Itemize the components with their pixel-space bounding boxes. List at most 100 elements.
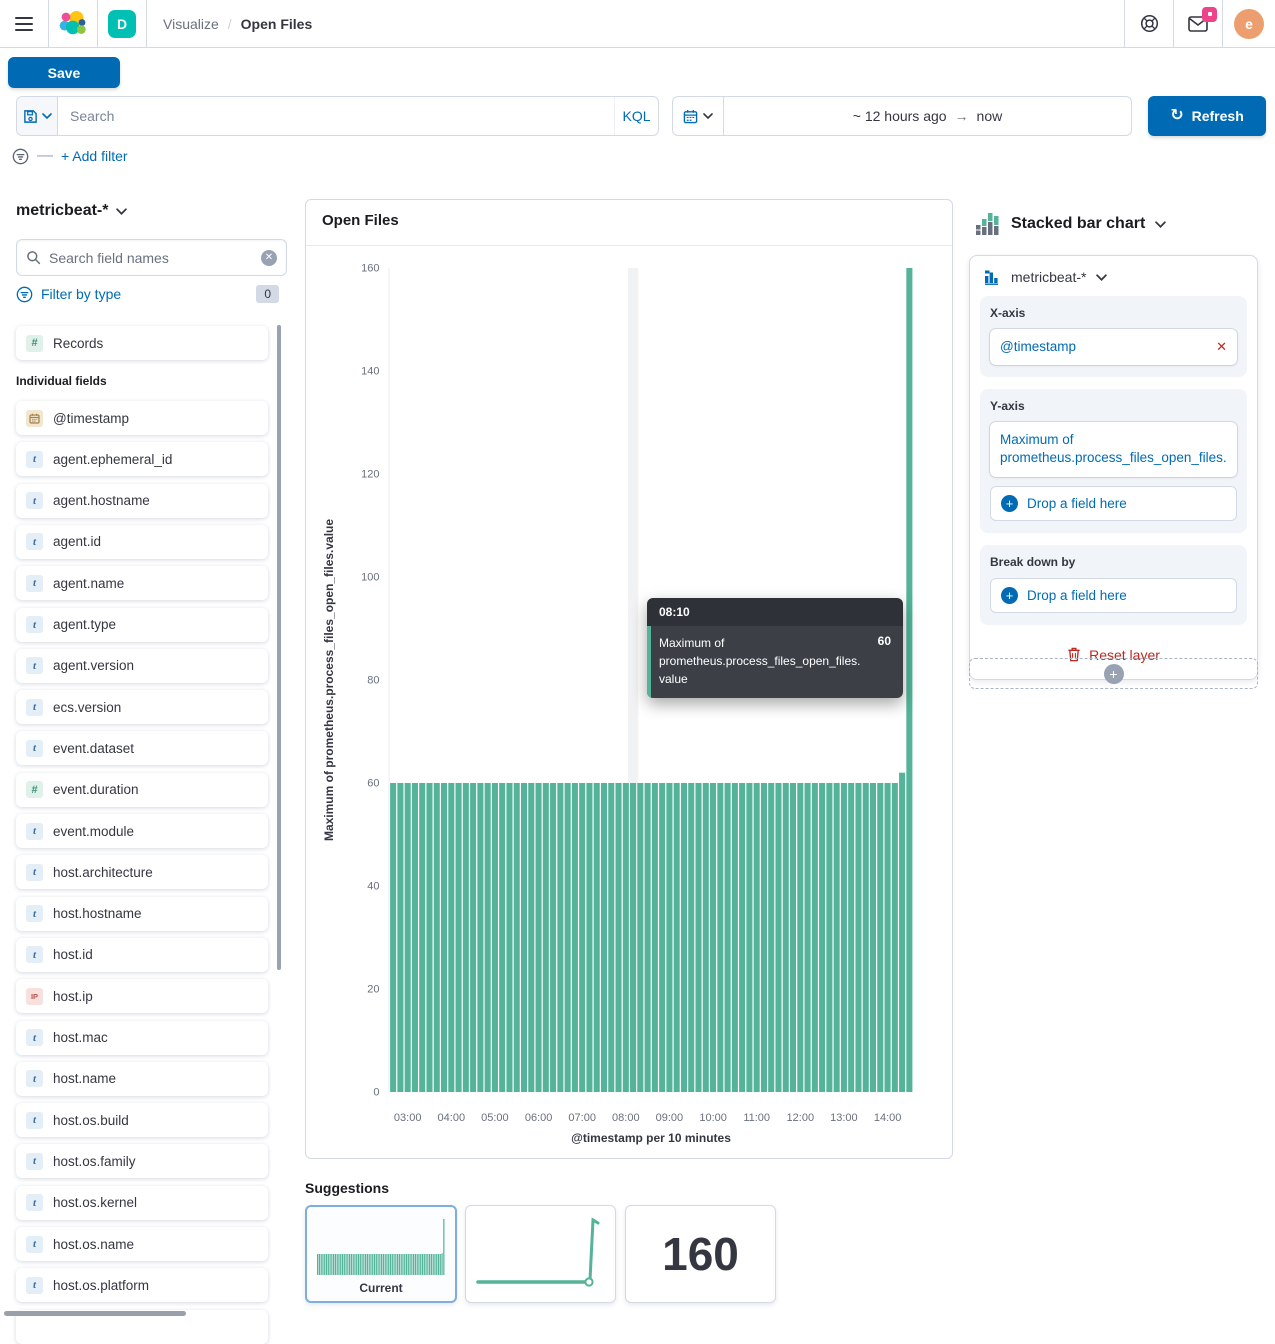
index-pattern-switcher[interactable]: metricbeat-*: [16, 202, 127, 220]
field-item[interactable]: thost.os.name: [16, 1227, 268, 1261]
field-item[interactable]: thost.hostname: [16, 897, 268, 931]
chart-type-switcher[interactable]: Stacked bar chart: [976, 213, 1166, 235]
suggestion-current[interactable]: Current: [305, 1205, 457, 1303]
bar: [441, 783, 447, 1092]
chart-title-divider: [306, 245, 952, 246]
string-token-icon: t: [26, 1194, 43, 1211]
breadcrumb-visualize[interactable]: Visualize: [163, 16, 219, 32]
date-picker: ~ 12 hours ago → now: [672, 96, 1132, 136]
menu-button[interactable]: [0, 0, 48, 47]
elastic-logo[interactable]: [49, 0, 97, 47]
field-item[interactable]: tagent.hostname: [16, 484, 268, 518]
help-icon: [1140, 14, 1159, 33]
bar: [434, 783, 440, 1092]
add-layer-button[interactable]: +: [969, 658, 1258, 689]
space-switcher[interactable]: D: [98, 0, 146, 47]
chevron-down-icon: [42, 113, 52, 119]
query-language-button[interactable]: KQL: [614, 97, 658, 135]
bar: [565, 783, 571, 1092]
breakdown-group: Break down by + Drop a field here: [980, 545, 1247, 625]
field-item[interactable]: tagent.id: [16, 525, 268, 559]
bar: [681, 783, 687, 1092]
search-input[interactable]: Search: [58, 97, 614, 135]
user-menu-button[interactable]: e: [1223, 0, 1275, 47]
y-axis-drop-target[interactable]: + Drop a field here: [990, 486, 1237, 521]
suggestion-line-chart[interactable]: [465, 1205, 616, 1303]
field-item[interactable]: tevent.dataset: [16, 731, 268, 765]
field-item[interactable]: tagent.version: [16, 649, 268, 683]
field-item[interactable]: thost.os.family: [16, 1144, 268, 1178]
field-item[interactable]: thost.architecture: [16, 855, 268, 889]
bar: [826, 783, 832, 1092]
ip-token-icon: IP: [26, 988, 43, 1005]
field-item[interactable]: tagent.name: [16, 566, 268, 600]
bar: [805, 783, 811, 1092]
remove-dimension-icon[interactable]: ✕: [1210, 338, 1227, 356]
refresh-button[interactable]: ↻ Refresh: [1148, 96, 1266, 136]
save-button[interactable]: Save: [8, 57, 120, 88]
field-search-input[interactable]: Search field names ✕: [16, 239, 287, 276]
string-token-icon: t: [26, 492, 43, 509]
newsfeed-button[interactable]: [1174, 0, 1222, 47]
records-field-item[interactable]: # Records: [16, 326, 268, 360]
bar: [405, 783, 411, 1092]
svg-text:160: 160: [361, 263, 379, 275]
svg-text:11:00: 11:00: [743, 1112, 770, 1124]
string-token-icon: t: [26, 451, 43, 468]
field-item[interactable]: thost.mac: [16, 1021, 268, 1055]
field-item[interactable]: thost.os.platform: [16, 1268, 268, 1302]
field-item[interactable]: thost.os.kernel: [16, 1186, 268, 1220]
suggestion-metric[interactable]: 160: [625, 1205, 776, 1303]
horizontal-scrollbar[interactable]: [4, 1311, 186, 1316]
breakdown-label: Break down by: [990, 555, 1237, 569]
notification-badge: [1202, 7, 1217, 22]
filter-by-type-button[interactable]: Filter by type: [41, 286, 248, 302]
bar: [557, 783, 563, 1092]
field-item[interactable]: tecs.version: [16, 690, 268, 724]
field-item[interactable]: thost.id: [16, 938, 268, 972]
time-from[interactable]: ~ 12 hours ago: [853, 108, 947, 124]
layer-index-pattern-switcher[interactable]: metricbeat-*: [970, 256, 1257, 296]
bar: [492, 783, 498, 1092]
field-list-scrollbar[interactable]: [277, 325, 281, 970]
layer-index-pattern: metricbeat-*: [1011, 269, 1086, 285]
string-token-icon: t: [26, 616, 43, 633]
bar: [608, 783, 614, 1092]
string-token-icon: t: [26, 864, 43, 881]
add-filter-button[interactable]: + Add filter: [61, 148, 128, 164]
field-name: host.id: [53, 947, 93, 962]
field-item[interactable]: #event.duration: [16, 773, 268, 807]
field-item[interactable]: tevent.module: [16, 814, 268, 848]
filter-icon[interactable]: [12, 148, 29, 165]
breakdown-drop-target[interactable]: + Drop a field here: [990, 578, 1237, 613]
svg-text:07:00: 07:00: [568, 1112, 596, 1124]
field-name: agent.version: [53, 658, 134, 673]
chart-type-label: Stacked bar chart: [1011, 215, 1145, 233]
time-to[interactable]: now: [977, 108, 1003, 124]
field-item[interactable]: tagent.ephemeral_id: [16, 442, 268, 476]
avatar: e: [1234, 9, 1264, 39]
string-token-icon: t: [26, 1070, 43, 1087]
filter-divider: —: [37, 147, 53, 165]
time-range-button[interactable]: ~ 12 hours ago → now: [724, 97, 1131, 135]
x-axis-dimension[interactable]: @timestamp ✕: [990, 329, 1237, 365]
bar: [877, 783, 883, 1092]
top-navigation: D Visualize / Open Files e: [0, 0, 1275, 48]
breadcrumb-current: Open Files: [241, 16, 313, 32]
string-token-icon: t: [26, 740, 43, 757]
field-item[interactable]: thost.os.build: [16, 1103, 268, 1137]
bar: [426, 783, 432, 1092]
y-axis-dimension[interactable]: Maximum of prometheus.process_files_open…: [990, 422, 1237, 476]
field-item[interactable]: tagent.type: [16, 608, 268, 642]
quick-select-button[interactable]: [673, 97, 724, 135]
field-item[interactable]: @timestamp: [16, 401, 268, 435]
field-item[interactable]: IPhost.ip: [16, 979, 268, 1013]
clear-search-button[interactable]: ✕: [261, 250, 277, 266]
field-item[interactable]: thost.name: [16, 1062, 268, 1096]
bar: [797, 783, 803, 1092]
help-button[interactable]: [1125, 0, 1173, 47]
plus-icon: +: [1104, 664, 1124, 684]
filter-by-type-row: Filter by type 0: [16, 285, 279, 303]
bar: [645, 783, 651, 1092]
saved-query-button[interactable]: [17, 97, 58, 135]
